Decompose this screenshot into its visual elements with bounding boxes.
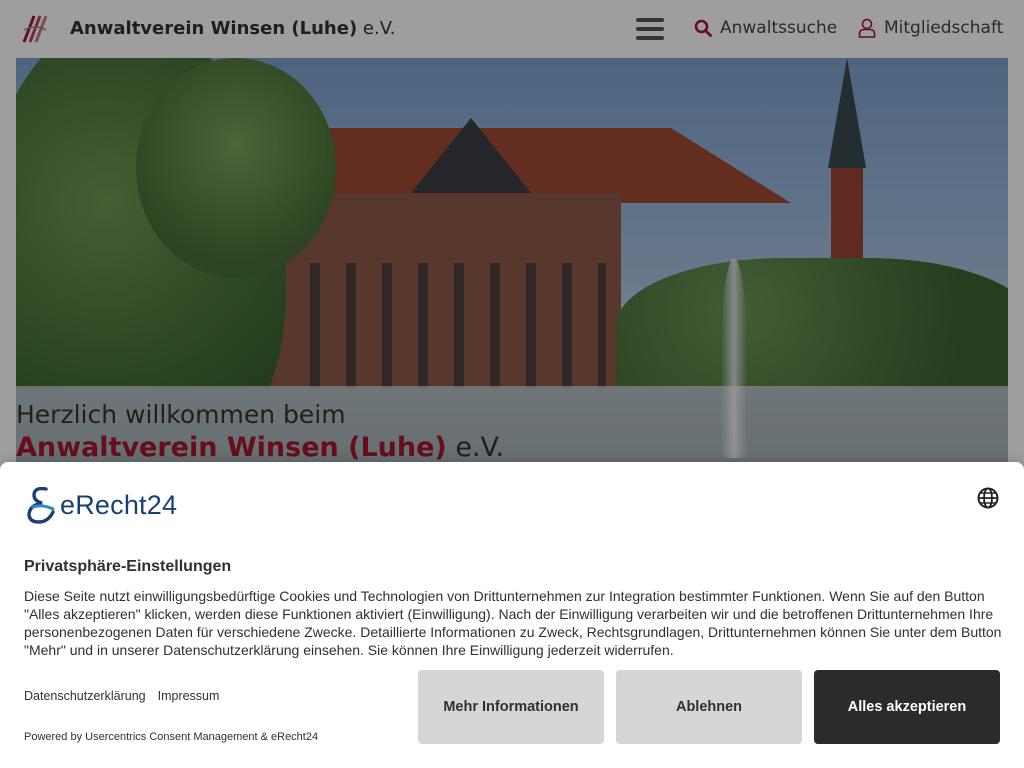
privacy-policy-link[interactable]: Datenschutzerklärung bbox=[24, 689, 146, 703]
imprint-link[interactable]: Impressum bbox=[158, 689, 220, 703]
more-info-button[interactable]: Mehr Informationen bbox=[418, 670, 604, 744]
deny-button[interactable]: Ablehnen bbox=[616, 670, 802, 744]
consent-banner: eRecht24 Privatsphäre-Einstellungen Dies… bbox=[0, 462, 1024, 768]
accept-all-button[interactable]: Alles akzeptieren bbox=[814, 670, 1000, 744]
globe-icon[interactable] bbox=[977, 487, 999, 509]
erecht24-brand-text: eRecht24 bbox=[60, 489, 178, 520]
consent-links: Datenschutzerklärung Impressum bbox=[24, 689, 219, 703]
erecht24-logo-icon bbox=[27, 486, 55, 524]
powered-by-text: Powered by Usercentrics Consent Manageme… bbox=[24, 731, 319, 743]
consent-title: Privatsphäre-Einstellungen bbox=[24, 558, 232, 575]
consent-description: Diese Seite nutzt einwilligungsbedürftig… bbox=[24, 588, 1002, 658]
erecht24-logo: eRecht24 bbox=[24, 485, 177, 525]
